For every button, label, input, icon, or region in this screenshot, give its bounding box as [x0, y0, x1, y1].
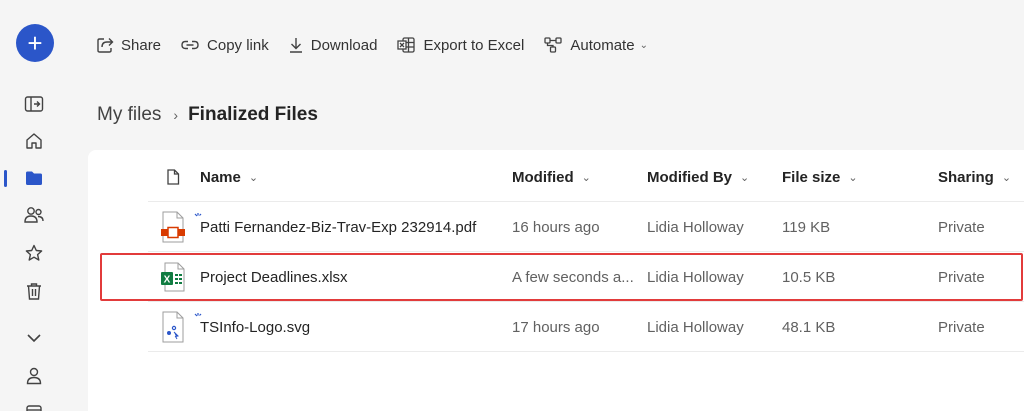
left-nav-rail: + — [0, 0, 70, 411]
sort-chevron-icon: ⌄ — [248, 171, 259, 184]
chevron-down-icon[interactable] — [22, 326, 46, 350]
modified-time: A few seconds a... — [512, 268, 634, 286]
column-header-modified-by[interactable]: Modified By ⌄ — [647, 152, 772, 202]
my-files-folder-icon[interactable] — [22, 166, 46, 190]
table-row[interactable]: Patti Fernandez-Biz-Trav-Exp 232914.pdf … — [148, 202, 1024, 252]
column-header-modified-by-label: Modified By — [647, 168, 732, 186]
automate-label: Automate — [570, 36, 635, 54]
breadcrumb-current-folder: Finalized Files — [188, 104, 318, 125]
create-new-button[interactable]: + — [16, 24, 54, 62]
automate-button[interactable]: Automate ⌄ — [543, 36, 648, 54]
link-icon — [181, 40, 199, 50]
excel-export-icon — [397, 37, 416, 53]
download-icon — [289, 38, 302, 53]
column-header-name[interactable]: Name ⌄ — [200, 152, 500, 202]
sort-chevron-icon: ⌄ — [1001, 171, 1012, 184]
file-name-link[interactable]: Project Deadlines.xlsx — [200, 252, 500, 302]
chevron-down-icon: ⌄ — [639, 39, 648, 51]
column-header-sharing[interactable]: Sharing ⌄ — [938, 152, 1024, 202]
sharing-status: Private — [938, 218, 985, 236]
sharing-status: Private — [938, 268, 985, 286]
column-header-file-size[interactable]: File size ⌄ — [782, 152, 912, 202]
sort-chevron-icon: ⌄ — [581, 171, 591, 184]
column-header-modified-label: Modified — [512, 168, 574, 186]
calendar-icon[interactable] — [22, 400, 46, 411]
file-size: 48.1 KB — [782, 318, 836, 336]
table-row[interactable]: TSInfo-Logo.svg 17 hours ago Lidia Hollo… — [148, 302, 1024, 352]
sort-chevron-icon: ⌄ — [740, 171, 750, 184]
modified-time: 17 hours ago — [512, 318, 600, 336]
breadcrumb: My files › Finalized Files — [97, 102, 318, 128]
column-header-modified[interactable]: Modified ⌄ — [512, 152, 637, 202]
plus-icon: + — [27, 28, 43, 58]
file-type-header-icon[interactable] — [156, 152, 190, 202]
export-label: Export to Excel — [423, 36, 525, 54]
pdf-file-icon — [156, 202, 190, 252]
export-to-excel-button[interactable]: Export to Excel — [396, 36, 524, 54]
active-indicator — [4, 170, 7, 187]
recycle-bin-icon[interactable] — [22, 279, 46, 303]
file-name-link[interactable]: TSInfo-Logo.svg — [200, 302, 500, 352]
share-label: Share — [121, 36, 162, 54]
command-bar: Share Copy link Download Export to Excel… — [96, 30, 667, 60]
file-list: Name ⌄ Modified ⌄ Modified By ⌄ File siz… — [88, 150, 1024, 411]
download-label: Download — [310, 36, 378, 54]
open-pane-icon[interactable] — [22, 92, 46, 116]
column-header-row: Name ⌄ Modified ⌄ Modified By ⌄ File siz… — [148, 152, 1024, 202]
file-name-link[interactable]: Patti Fernandez-Biz-Trav-Exp 232914.pdf — [200, 202, 500, 252]
svg-text:X: X — [164, 275, 171, 286]
modified-time: 16 hours ago — [512, 218, 600, 236]
sort-chevron-icon: ⌄ — [848, 171, 858, 184]
column-header-name-label: Name — [200, 168, 241, 186]
sharing-status: Private — [938, 318, 985, 336]
person-icon[interactable] — [22, 364, 46, 388]
column-header-file-size-label: File size — [782, 168, 841, 186]
copy-link-label: Copy link — [207, 36, 269, 54]
file-size: 10.5 KB — [782, 268, 836, 286]
breadcrumb-my-files[interactable]: My files — [97, 104, 161, 126]
excel-file-icon: X — [156, 252, 190, 302]
table-row[interactable]: X Project Deadlines.xlsx A few seconds a… — [148, 252, 1024, 302]
download-button[interactable]: Download — [288, 36, 378, 54]
favorites-star-icon[interactable] — [22, 241, 46, 265]
home-icon[interactable] — [22, 129, 46, 153]
automate-icon — [544, 37, 562, 53]
share-icon — [97, 38, 114, 53]
modified-by: Lidia Holloway — [647, 268, 744, 286]
file-size: 119 KB — [782, 218, 831, 236]
modified-by: Lidia Holloway — [647, 318, 744, 336]
copy-link-button[interactable]: Copy link — [180, 37, 269, 54]
shared-people-icon[interactable] — [22, 203, 46, 227]
column-header-sharing-label: Sharing — [938, 168, 994, 186]
share-button[interactable]: Share — [96, 36, 161, 54]
modified-by: Lidia Holloway — [647, 218, 744, 236]
svg-file-icon — [156, 302, 190, 352]
breadcrumb-separator-icon: › — [173, 107, 179, 123]
